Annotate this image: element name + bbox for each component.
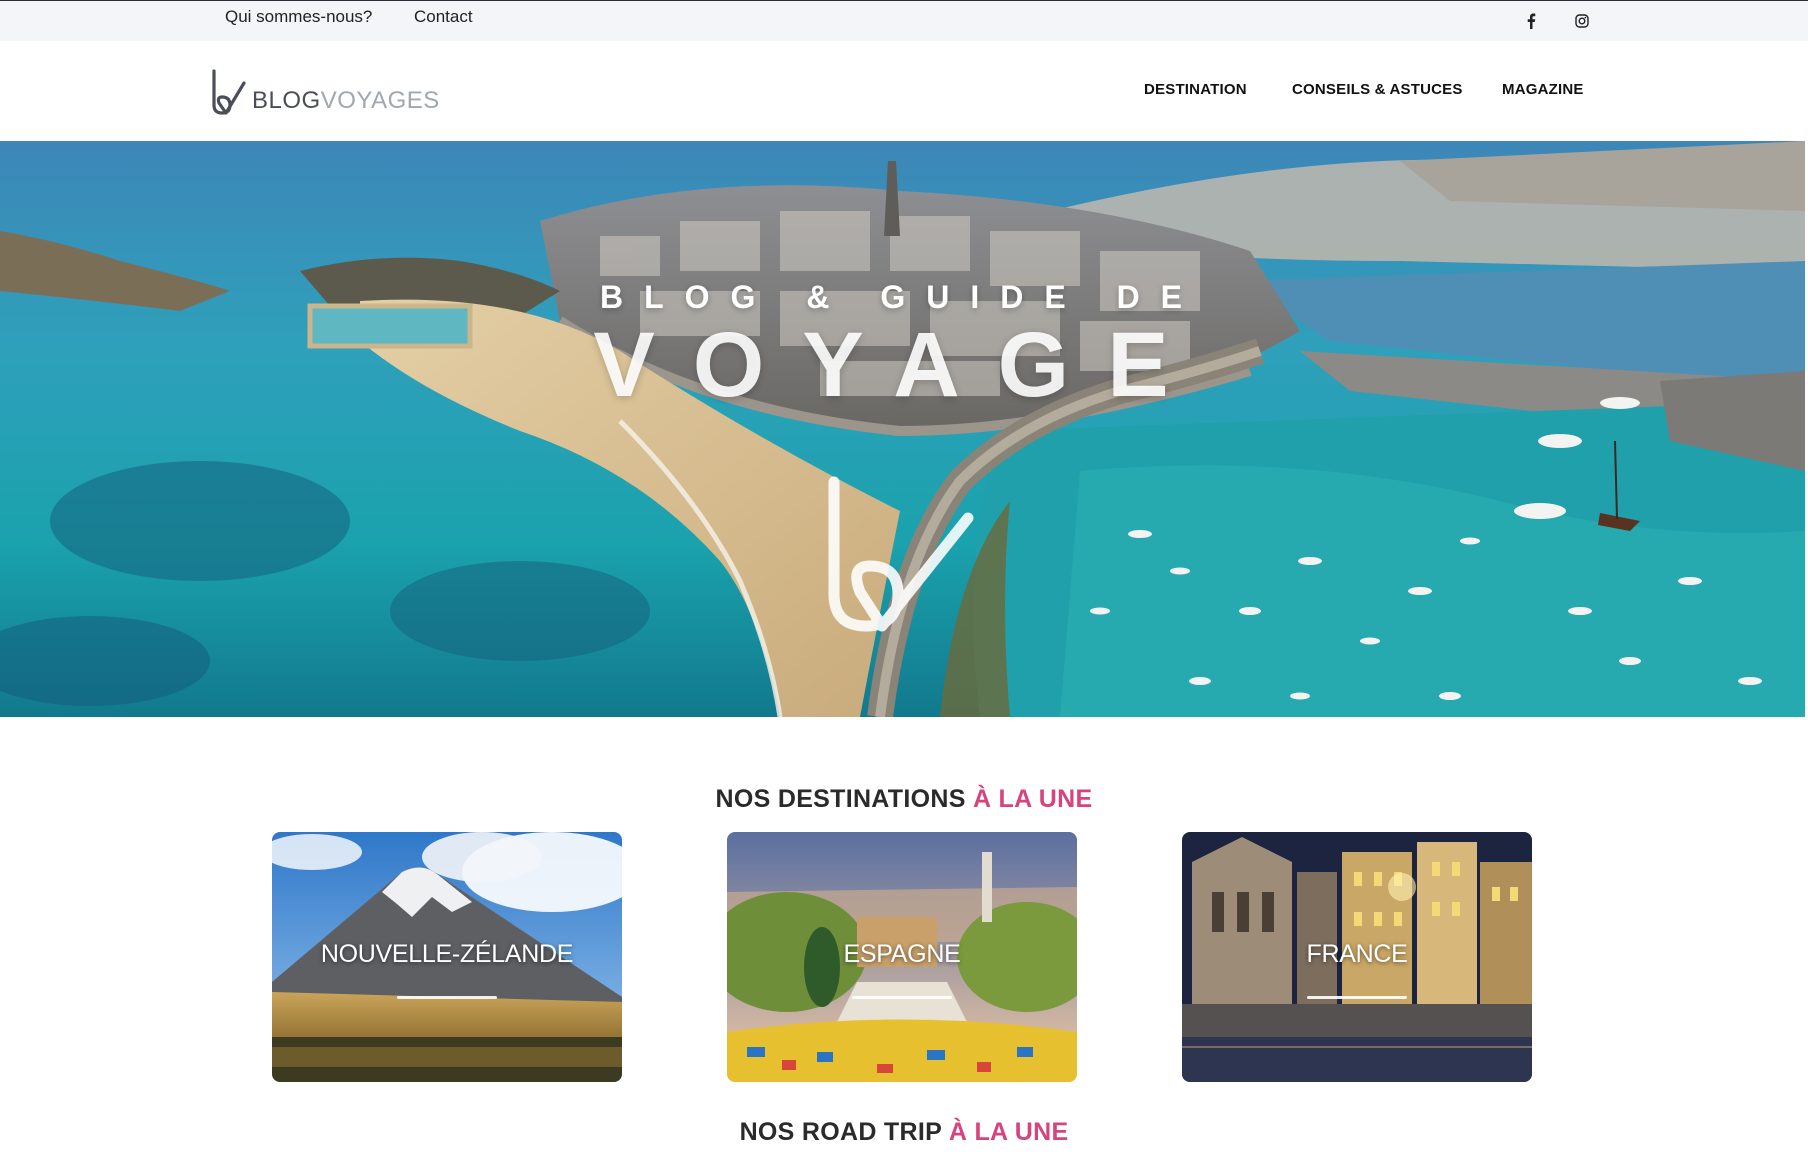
logo-text-blog: BLOG [252,87,321,114]
contact-link[interactable]: Contact [414,7,473,27]
destinations-heading-accent: À LA UNE [972,785,1093,813]
card-label: FRANCE [1306,940,1408,968]
hero-subtitle: BLOG & GUIDE DE [600,279,1204,315]
hero-banner: BLOG & GUIDE DE VOYAGE [0,141,1805,717]
logo-mark-icon [212,69,246,115]
destinations-heading-main: NOS DESTINATIONS [715,785,966,813]
site-logo[interactable]: BLOGVOYAGES [210,69,440,115]
roadtrip-heading-accent: À LA UNE [948,1118,1069,1146]
card-underline [1307,996,1407,999]
nav-destination[interactable]: DESTINATION [1144,81,1247,98]
logo-text-voyages: VOYAGES [320,87,440,114]
destination-card-france[interactable]: FRANCE [1182,832,1532,1082]
card-label: NOUVELLE-ZÉLANDE [320,940,574,968]
roadtrip-heading: NOS ROAD TRIP À LA UNE [0,1118,1808,1147]
card-underline [852,996,952,999]
nav-magazine[interactable]: MAGAZINE [1502,81,1584,98]
destinations-heading: NOS DESTINATIONS À LA UNE [0,785,1808,814]
instagram-icon[interactable] [1572,11,1592,31]
card-underline [397,996,497,999]
card-label: ESPAGNE [843,940,961,968]
site-header: BLOGVOYAGES DESTINATION CONSEILS & ASTUC… [0,41,1808,141]
top-utility-bar: Qui sommes-nous? Contact [0,0,1808,41]
nav-conseils-astuces[interactable]: CONSEILS & ASTUCES [1292,81,1463,98]
hero-title: VOYAGE [593,314,1207,416]
logo-text: BLOGVOYAGES [252,89,440,115]
about-link[interactable]: Qui sommes-nous? [225,7,372,27]
facebook-icon[interactable] [1521,11,1541,31]
roadtrip-heading-main: NOS ROAD TRIP [739,1118,942,1146]
destination-card-espagne[interactable]: ESPAGNE [727,832,1077,1082]
destination-card-nouvelle-zelande[interactable]: NOUVELLE-ZÉLANDE [272,832,622,1082]
hero-logo-mark-icon [828,476,974,632]
